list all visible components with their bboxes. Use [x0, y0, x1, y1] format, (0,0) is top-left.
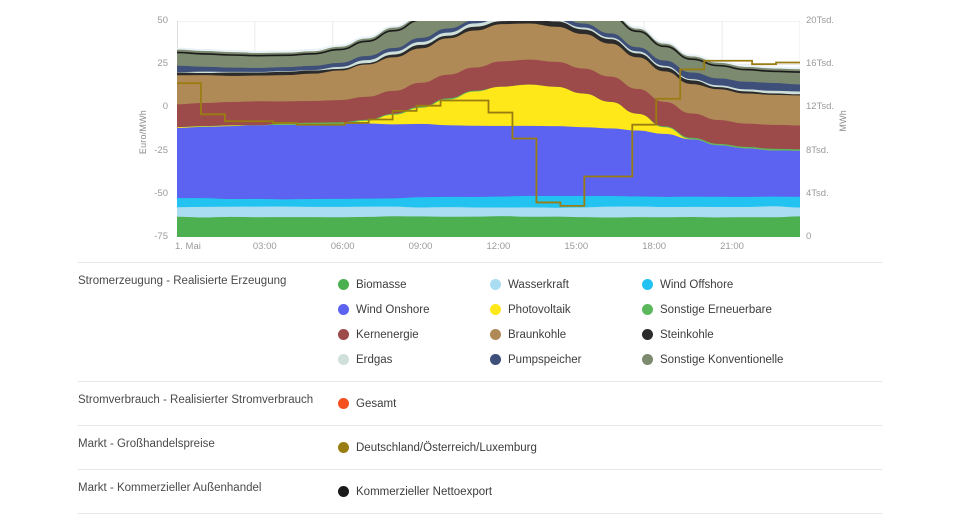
legend-item[interactable]: Wind Onshore [338, 297, 490, 322]
legend-item[interactable]: Kernenergie [338, 322, 490, 347]
area-series [177, 205, 800, 218]
y-right-tick: 16Tsd. [806, 58, 834, 70]
legend-item-label: Deutschland/Österreich/Luxemburg [356, 441, 537, 454]
legend-color-dot-icon [642, 329, 653, 340]
y-left-tick: -25 [154, 144, 168, 156]
legend-item[interactable]: Gesamt [338, 391, 396, 416]
y-left-tick: -50 [154, 187, 168, 199]
legend-item[interactable]: Erdgas [338, 347, 490, 372]
x-tick: 12:00 [486, 241, 511, 252]
y-axis-right-ticks: 20Tsd. 16Tsd. 12Tsd. 8Tsd. 4Tsd. 0 [806, 0, 876, 262]
legend-item[interactable]: Sonstige Konventionelle [642, 347, 794, 372]
area-series [177, 215, 800, 237]
x-tick: 1. Mai [175, 241, 201, 252]
x-tick: 21:00 [720, 241, 744, 252]
legend-color-dot-icon [338, 442, 349, 453]
legend-item[interactable]: Biomasse [338, 272, 490, 297]
y-right-tick: 0 [806, 231, 812, 242]
legend-items: Biomasse Wasserkraft Wind Offshore Wind Ons… [338, 272, 882, 372]
x-tick: 09:00 [408, 241, 433, 252]
legend-item[interactable]: Photovoltaik [490, 297, 642, 322]
energy-chart-page: Euro/MWh MWh 50 25 0 -25 -50 -75 20Tsd. 16Tsd.… [0, 0, 960, 514]
y-axis-left-ticks: 50 25 0 -25 -50 -75 [120, 0, 168, 262]
legend-item[interactable]: Wasserkraft [490, 272, 642, 297]
chart-container: Euro/MWh MWh 50 25 0 -25 -50 -75 20Tsd. 16Tsd.… [0, 0, 960, 262]
legend-item[interactable]: Kommerzieller Nettoexport [338, 479, 492, 504]
legend-item[interactable]: Wind Offshore [642, 272, 794, 297]
legend-row: Markt - Großhandelspreise Deutschland/Öst… [78, 426, 882, 470]
legend-color-dot-icon [490, 304, 501, 315]
legend-color-dot-icon [490, 354, 501, 365]
legend-color-dot-icon [338, 329, 349, 340]
legend-item[interactable]: Deutschland/Österreich/Luxemburg [338, 435, 537, 460]
y-left-tick: -75 [154, 231, 168, 242]
legend-color-dot-icon [490, 329, 501, 340]
legend-row-title: Stromverbrauch - Realisierter Stromverbr… [78, 394, 314, 406]
legend-item[interactable]: Braunkohle [490, 322, 642, 347]
legend-color-dot-icon [338, 354, 349, 365]
legend-item-label: Braunkohle [508, 328, 567, 341]
legend-item-label: Sonstige Erneuerbare [660, 303, 772, 316]
x-tick: 06:00 [330, 241, 355, 252]
legend-color-dot-icon [338, 398, 349, 409]
legend-item-label: Steinkohle [660, 328, 714, 341]
legend-row: Markt - Kommerzieller Außenhandel Kommerz… [78, 470, 882, 514]
legend-color-dot-icon [642, 279, 653, 290]
y-right-tick: 8Tsd. [806, 144, 829, 156]
legend-item[interactable]: Steinkohle [642, 322, 794, 347]
legend-row: Stromerzeugung - Realisierte Erzeugung Bi… [78, 262, 882, 382]
legend-color-dot-icon [642, 354, 653, 365]
y-left-tick: 25 [157, 58, 168, 70]
legend-items: Kommerzieller Nettoexport [338, 479, 882, 504]
y-right-tick: 12Tsd. [806, 101, 834, 113]
legend-row-title: Markt - Kommerzieller Außenhandel [78, 482, 262, 494]
legend-row-title: Stromerzeugung - Realisierte Erzeugung [78, 275, 287, 287]
legend-item-label: Kommerzieller Nettoexport [356, 485, 493, 498]
legend-item-label: Wind Onshore [356, 303, 430, 316]
stacked-area-chart [177, 21, 800, 237]
legend-item-label: Biomasse [356, 278, 407, 291]
legend-item-label: Sonstige Konventionelle [660, 353, 784, 366]
legend-color-dot-icon [338, 279, 349, 290]
x-tick: 03:00 [252, 241, 277, 252]
y-right-tick: 20Tsd. [806, 15, 834, 26]
legend-item-label: Photovoltaik [508, 303, 571, 316]
legend-item-label: Erdgas [356, 353, 393, 366]
legend-color-dot-icon [338, 486, 349, 497]
legend-item-label: Gesamt [356, 397, 397, 410]
legend-item-label: Pumpspeicher [508, 353, 582, 366]
x-tick: 18:00 [642, 241, 667, 252]
legend-item[interactable]: Sonstige Erneuerbare [642, 297, 794, 322]
legend-color-dot-icon [490, 279, 501, 290]
y-left-tick: 0 [162, 101, 168, 113]
chart-legend: Stromerzeugung - Realisierte Erzeugung Bi… [0, 262, 960, 514]
y-right-tick: 4Tsd. [806, 187, 829, 199]
legend-items: Gesamt [338, 391, 882, 416]
legend-item-label: Wind Offshore [660, 278, 734, 291]
legend-item-label: Wasserkraft [508, 278, 569, 291]
legend-item-label: Kernenergie [356, 328, 419, 341]
x-tick: 15:00 [564, 241, 589, 252]
legend-color-dot-icon [642, 304, 653, 315]
y-left-tick: 50 [157, 15, 168, 26]
legend-row: Stromverbrauch - Realisierter Stromverbr… [78, 382, 882, 426]
legend-color-dot-icon [338, 304, 349, 315]
legend-items: Deutschland/Österreich/Luxemburg [338, 435, 882, 460]
plot-area [177, 21, 800, 237]
legend-item[interactable]: Pumpspeicher [490, 347, 642, 372]
legend-row-title: Markt - Großhandelspreise [78, 438, 215, 450]
